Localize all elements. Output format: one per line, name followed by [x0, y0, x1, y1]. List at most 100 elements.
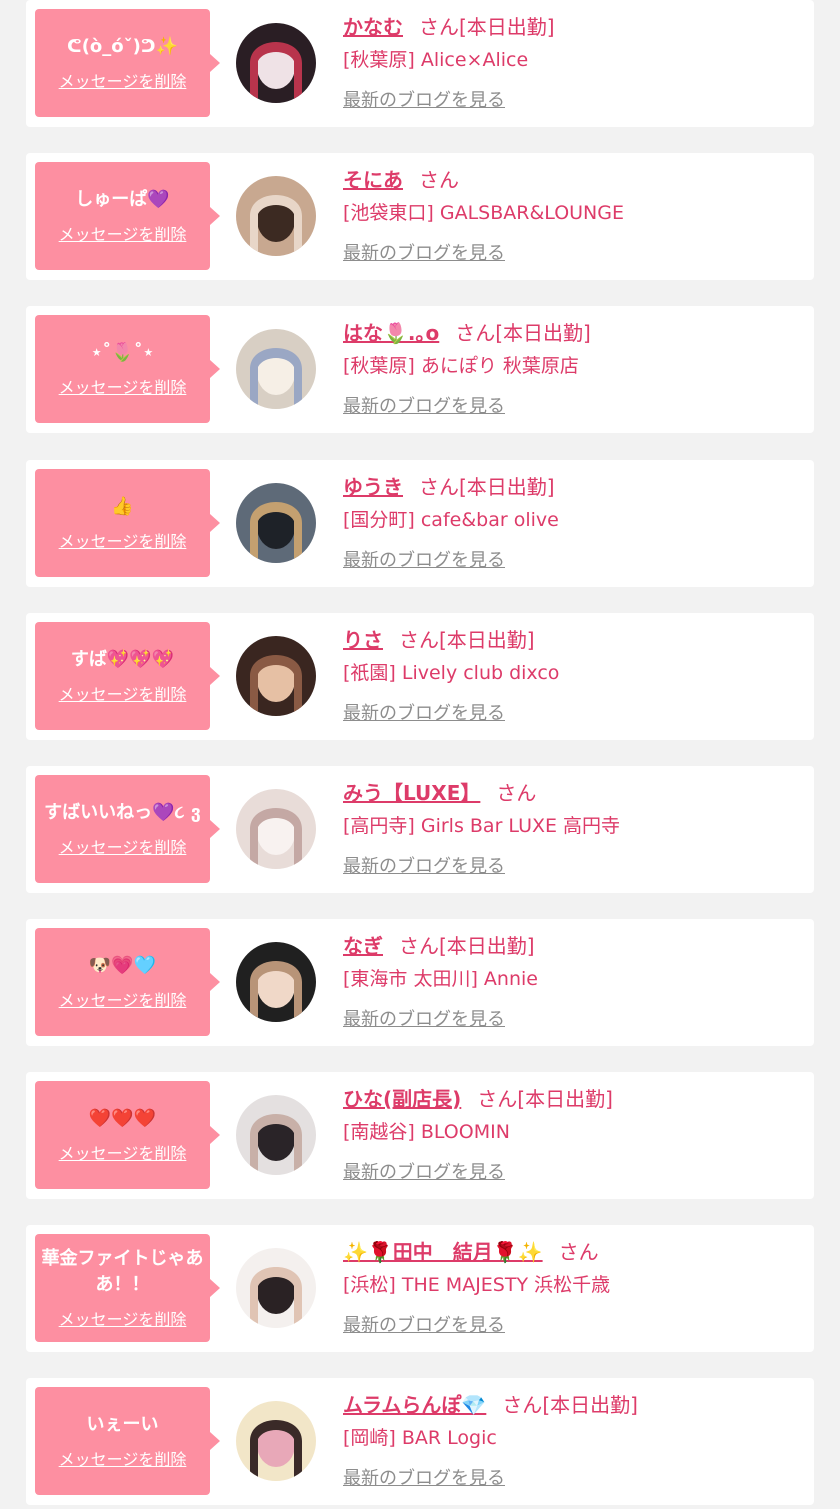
shop-label: [岡崎] BAR Logic — [343, 1427, 497, 1449]
avatar[interactable] — [236, 789, 316, 869]
message-bubble: いぇーい メッセージを削除 — [35, 1387, 220, 1495]
avatar-image — [236, 636, 316, 716]
latest-blog-link[interactable]: 最新のブログを見る — [343, 239, 505, 265]
message-card: 華金ファイトじゃああ！！ メッセージを削除 ✨🌹田中 結月🌹✨ さん [浜松] T… — [26, 1225, 814, 1352]
status-label: [本日出勤] — [542, 1393, 638, 1417]
shop-label: [浜松] THE MAJESTY 浜松千歳 — [343, 1274, 611, 1296]
name-row: そにあ さん — [343, 165, 803, 195]
avatar[interactable] — [236, 942, 316, 1022]
honorific: さん — [419, 168, 459, 192]
name-row: みう【LUXE】 さん — [343, 778, 803, 808]
delete-message-link[interactable]: メッセージを削除 — [59, 987, 187, 1011]
message-text: すば💖💖💖 — [70, 649, 175, 670]
message-bubble: 🐶💗🩵 メッセージを削除 — [35, 928, 220, 1036]
message-card: すばいいねっ💜૮ ვ メッセージを削除 みう【LUXE】 さん [高円寺] Gir… — [26, 766, 814, 893]
message-card: ᕦ(ò_óˇ)ᕤ✨ メッセージを削除 かなむ さん[本日出勤] [秋葉原] Ali… — [26, 0, 814, 127]
sender-name-link[interactable]: みう【LUXE】 — [343, 781, 480, 805]
message-bubble: ᕦ(ò_óˇ)ᕤ✨ メッセージを削除 — [35, 9, 220, 117]
latest-blog-link[interactable]: 最新のブログを見る — [343, 1158, 505, 1184]
sender-info: なぎ さん[本日出勤] [東海市 太田川] Annie 最新のブログを見る — [343, 931, 803, 1031]
latest-blog-link[interactable]: 最新のブログを見る — [343, 699, 505, 725]
message-text: しゅーぱ💜 — [75, 189, 170, 210]
avatar-image — [236, 942, 316, 1022]
avatar-image — [236, 789, 316, 869]
latest-blog-link[interactable]: 最新のブログを見る — [343, 546, 505, 572]
message-text: ⋆˚🌷˚⋆ — [91, 342, 154, 363]
sender-name-link[interactable]: ゆうき — [343, 475, 403, 499]
status-label: [本日出勤] — [459, 475, 555, 499]
sender-info: ひな(副店長) さん[本日出勤] [南越谷] BLOOMIN 最新のブログを見る — [343, 1084, 803, 1184]
honorific: さん — [477, 1087, 518, 1111]
delete-message-link[interactable]: メッセージを削除 — [59, 1306, 187, 1330]
delete-message-link[interactable]: メッセージを削除 — [59, 68, 187, 92]
avatar[interactable] — [236, 329, 316, 409]
message-text: ᕦ(ò_óˇ)ᕤ✨ — [67, 36, 178, 57]
status-label: [本日出勤] — [495, 321, 591, 345]
message-bubble: しゅーぱ💜 メッセージを削除 — [35, 162, 220, 270]
sender-info: りさ さん[本日出勤] [祇園] Lively club dixco 最新のブログ… — [343, 625, 803, 725]
sender-name-link[interactable]: かなむ — [343, 15, 403, 39]
delete-message-link[interactable]: メッセージを削除 — [59, 834, 187, 858]
sender-info: かなむ さん[本日出勤] [秋葉原] Alice×Alice 最新のブログを見る — [343, 12, 803, 112]
message-card: 👍 メッセージを削除 ゆうき さん[本日出勤] [国分町] cafe&bar ol… — [26, 460, 814, 587]
avatar-image — [236, 329, 316, 409]
latest-blog-link[interactable]: 最新のブログを見る — [343, 1311, 505, 1337]
status-label: [本日出勤] — [517, 1087, 613, 1111]
status-label: [本日出勤] — [439, 934, 535, 958]
sender-info: ムラムらんぽ💎 さん[本日出勤] [岡崎] BAR Logic 最新のブログを見る — [343, 1390, 803, 1490]
name-row: ゆうき さん[本日出勤] — [343, 472, 803, 502]
latest-blog-link[interactable]: 最新のブログを見る — [343, 1005, 505, 1031]
message-text: すばいいねっ💜૮ ვ — [44, 802, 201, 823]
name-row: ムラムらんぽ💎 さん[本日出勤] — [343, 1390, 803, 1420]
latest-blog-link[interactable]: 最新のブログを見る — [343, 1464, 505, 1490]
avatar[interactable] — [236, 23, 316, 103]
name-row: はな🌷.｡o さん[本日出勤] — [343, 318, 803, 348]
delete-message-link[interactable]: メッセージを削除 — [59, 1446, 187, 1470]
delete-message-link[interactable]: メッセージを削除 — [59, 374, 187, 398]
message-card: いぇーい メッセージを削除 ムラムらんぽ💎 さん[本日出勤] [岡崎] BAR L… — [26, 1378, 814, 1505]
sender-name-link[interactable]: りさ — [343, 628, 383, 652]
latest-blog-link[interactable]: 最新のブログを見る — [343, 852, 505, 878]
honorific: さん — [399, 628, 439, 652]
avatar[interactable] — [236, 636, 316, 716]
name-row: りさ さん[本日出勤] — [343, 625, 803, 655]
message-card: 🐶💗🩵 メッセージを削除 なぎ さん[本日出勤] [東海市 太田川] Annie … — [26, 919, 814, 1046]
latest-blog-link[interactable]: 最新のブログを見る — [343, 392, 505, 418]
sender-info: ゆうき さん[本日出勤] [国分町] cafe&bar olive 最新のブログを… — [343, 472, 803, 572]
sender-info: みう【LUXE】 さん [高円寺] Girls Bar LUXE 高円寺 最新のブ… — [343, 778, 803, 878]
honorific: さん — [502, 1393, 543, 1417]
avatar[interactable] — [236, 1095, 316, 1175]
avatar[interactable] — [236, 1401, 316, 1481]
shop-label: [高円寺] Girls Bar LUXE 高円寺 — [343, 815, 621, 837]
sender-name-link[interactable]: なぎ — [343, 934, 383, 958]
avatar-image — [236, 176, 316, 256]
honorific: さん — [455, 321, 496, 345]
message-card: しゅーぱ💜 メッセージを削除 そにあ さん [池袋東口] GALSBAR&LOUN… — [26, 153, 814, 280]
avatar[interactable] — [236, 483, 316, 563]
shop-label: [秋葉原] あにぽり 秋葉原店 — [343, 355, 579, 377]
message-bubble: 華金ファイトじゃああ！！ メッセージを削除 — [35, 1234, 220, 1342]
message-text: 🐶💗🩵 — [88, 955, 157, 976]
delete-message-link[interactable]: メッセージを削除 — [59, 681, 187, 705]
message-card: ⋆˚🌷˚⋆ メッセージを削除 はな🌷.｡o さん[本日出勤] [秋葉原] あにぽり… — [26, 306, 814, 433]
status-label: [本日出勤] — [439, 628, 535, 652]
sender-name-link[interactable]: ✨🌹田中 結月🌹✨ — [343, 1240, 543, 1264]
avatar[interactable] — [236, 176, 316, 256]
delete-message-link[interactable]: メッセージを削除 — [59, 1140, 187, 1164]
honorific: さん — [419, 475, 459, 499]
delete-message-link[interactable]: メッセージを削除 — [59, 221, 187, 245]
message-bubble: すば💖💖💖 メッセージを削除 — [35, 622, 220, 730]
delete-message-link[interactable]: メッセージを削除 — [59, 528, 187, 552]
latest-blog-link[interactable]: 最新のブログを見る — [343, 86, 505, 112]
avatar[interactable] — [236, 1248, 316, 1328]
sender-name-link[interactable]: ひな(副店長) — [343, 1087, 461, 1111]
status-label: [本日出勤] — [459, 15, 555, 39]
avatar-image — [236, 1401, 316, 1481]
sender-name-link[interactable]: はな🌷.｡o — [343, 321, 439, 345]
sender-info: はな🌷.｡o さん[本日出勤] [秋葉原] あにぽり 秋葉原店 最新のブログを見る — [343, 318, 803, 418]
honorific: さん — [496, 781, 537, 805]
honorific: さん — [558, 1240, 599, 1264]
message-text: いぇーい — [86, 1414, 159, 1435]
sender-name-link[interactable]: ムラムらんぽ💎 — [343, 1393, 486, 1417]
sender-name-link[interactable]: そにあ — [343, 168, 403, 192]
